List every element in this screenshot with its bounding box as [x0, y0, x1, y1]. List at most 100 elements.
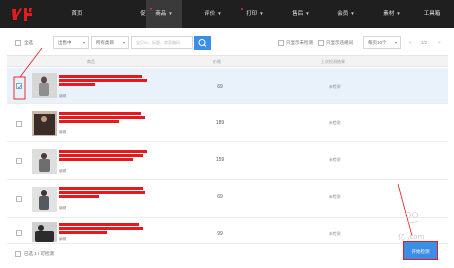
nav-item-home[interactable]: 首页 — [58, 0, 96, 28]
nav-item-print[interactable]: 打印 ▼ — [237, 0, 273, 28]
product-title-redacted[interactable] — [59, 223, 139, 226]
product-title-redacted[interactable] — [59, 112, 141, 115]
nav-item-materials[interactable]: 素材 ▼ — [374, 0, 410, 28]
caret-down-icon: ▼ — [305, 11, 310, 16]
row-checkbox[interactable] — [16, 158, 22, 164]
only-unchecked-checkbox[interactable] — [278, 40, 284, 46]
per-page-select[interactable]: 每页10个 ▾ — [363, 36, 401, 49]
only-violations-label: 只显示违规词 — [326, 40, 353, 45]
pager-next-button[interactable]: > — [438, 39, 441, 47]
nav-item-products[interactable]: 商品 ▼ — [146, 0, 182, 28]
status-cell: 未检测 — [329, 158, 341, 162]
product-thumbnail[interactable] — [32, 73, 57, 98]
nav-item-reviews[interactable]: 评价 ▼ — [195, 0, 231, 28]
search-placeholder: 宝贝ID、标题、商家编码 — [136, 40, 180, 45]
status-cell: 未检测 — [329, 85, 341, 89]
product-title-redacted — [59, 227, 143, 230]
start-check-button[interactable]: 开始检测 — [403, 241, 438, 260]
filter-bar: 全选 出售中 ▾ 所有类目 ▾ 宝贝ID、标题、商家编码 只显示未检测 只显示违… — [7, 35, 448, 51]
product-title-redacted — [59, 154, 143, 157]
notification-dot — [241, 8, 243, 10]
pager-text: 1/2 — [421, 40, 428, 45]
search-input[interactable]: 宝贝ID、标题、商家编码 — [131, 36, 193, 49]
nav-label: 首页 — [71, 11, 83, 17]
product-title-redacted[interactable] — [59, 187, 143, 190]
column-header-product: 商品 — [87, 59, 95, 64]
search-button[interactable] — [194, 36, 211, 50]
row-checkbox[interactable] — [16, 83, 22, 89]
product-thumbnail[interactable] — [32, 149, 57, 174]
price-cell: 189 — [215, 120, 225, 126]
table-row[interactable]: 编辑 69 未检测 — [7, 68, 448, 104]
table-header: 商品 价格 上次检测结果 — [7, 55, 448, 67]
product-photo — [32, 149, 57, 174]
status-cell: 未检测 — [329, 232, 341, 236]
nav-item-toolbox[interactable]: 工具箱 — [414, 0, 450, 28]
table-row[interactable]: 编辑 159 未检测 — [7, 144, 448, 180]
check-icon — [17, 84, 22, 89]
screen: 火牛 首页 促销▼ 商品▼ 评价▼ 打印▼ 售后▼ 会员▼ 素材▼ — [0, 0, 454, 268]
table-row[interactable]: 编辑 69 未检测 — [7, 182, 448, 218]
chevron-down-icon: ▾ — [82, 40, 85, 45]
select-all-checkbox[interactable] — [15, 40, 21, 46]
nav-item-aftersales[interactable]: 售后 ▼ — [283, 0, 319, 28]
product-thumbnail[interactable] — [32, 222, 57, 242]
status-cell: 未检测 — [329, 195, 341, 199]
only-violations-checkbox[interactable] — [318, 40, 324, 46]
notification-dot — [150, 8, 152, 10]
product-title-redacted — [59, 191, 145, 194]
nav-label: 评价 — [204, 11, 216, 17]
caret-down-icon: ▼ — [259, 11, 264, 16]
nav-label: 打印 — [246, 11, 258, 17]
column-header-price: 价格 — [213, 59, 221, 64]
nav-item-members[interactable]: 会员 ▼ — [328, 0, 364, 28]
select-all-label: 全选 — [24, 40, 33, 45]
price-cell: 69 — [217, 84, 223, 90]
svg-text:火牛: 火牛 — [10, 5, 12, 6]
product-thumbnail[interactable] — [32, 187, 57, 212]
footer-select-all-checkbox[interactable] — [15, 251, 21, 257]
caret-down-icon: ▼ — [217, 11, 222, 16]
chevron-down-icon: ▾ — [122, 40, 125, 45]
status-select[interactable]: 出售中 ▾ — [53, 36, 89, 49]
product-title-redacted — [59, 231, 107, 234]
edit-link[interactable]: 编辑 — [59, 169, 66, 174]
product-title-redacted[interactable] — [59, 75, 142, 78]
product-title-redacted — [59, 158, 133, 161]
status-cell: 未检测 — [329, 121, 341, 125]
price-cell: 69 — [217, 194, 223, 200]
product-photo — [32, 222, 57, 242]
search-icon — [198, 39, 207, 47]
product-photo — [32, 187, 57, 212]
product-title-redacted — [59, 116, 145, 119]
logo: 火牛 — [10, 5, 32, 21]
product-title-redacted[interactable] — [59, 150, 147, 153]
edit-link[interactable]: 编辑 — [59, 130, 66, 135]
top-nav: 火牛 首页 促销▼ 商品▼ 评价▼ 打印▼ 售后▼ 会员▼ 素材▼ — [0, 0, 454, 28]
caret-down-icon: ▼ — [396, 11, 401, 16]
table-row[interactable]: 编辑 189 未检测 — [7, 106, 448, 142]
per-page-value: 每页10个 — [368, 40, 387, 45]
watermark-text: 亿 .com — [398, 233, 425, 241]
pager-prev-button[interactable]: < — [409, 39, 412, 47]
nav-label: 商品 — [155, 11, 167, 17]
table-row[interactable]: 编辑 99 未检测 — [7, 220, 448, 244]
nav-label: 售后 — [292, 11, 304, 17]
edit-link[interactable]: 编辑 — [59, 94, 66, 99]
footer-bar: 已选 1 / 可检测 — [7, 246, 448, 262]
edit-link[interactable]: 编辑 — [59, 237, 66, 242]
only-unchecked-label: 只显示未检测 — [286, 40, 313, 45]
price-cell: 159 — [215, 157, 225, 163]
category-select[interactable]: 所有类目 ▾ — [91, 36, 129, 49]
product-thumbnail[interactable] — [32, 111, 57, 136]
price-cell: 99 — [217, 231, 223, 237]
product-photo — [32, 73, 57, 98]
category-select-value: 所有类目 — [96, 40, 114, 45]
nav-label: 会员 — [337, 11, 349, 17]
row-checkbox[interactable] — [16, 196, 22, 202]
edit-link[interactable]: 编辑 — [59, 206, 66, 211]
row-checkbox[interactable] — [16, 230, 22, 236]
product-title-redacted — [59, 83, 95, 86]
status-select-value: 出售中 — [58, 40, 72, 45]
row-checkbox[interactable] — [16, 121, 22, 127]
